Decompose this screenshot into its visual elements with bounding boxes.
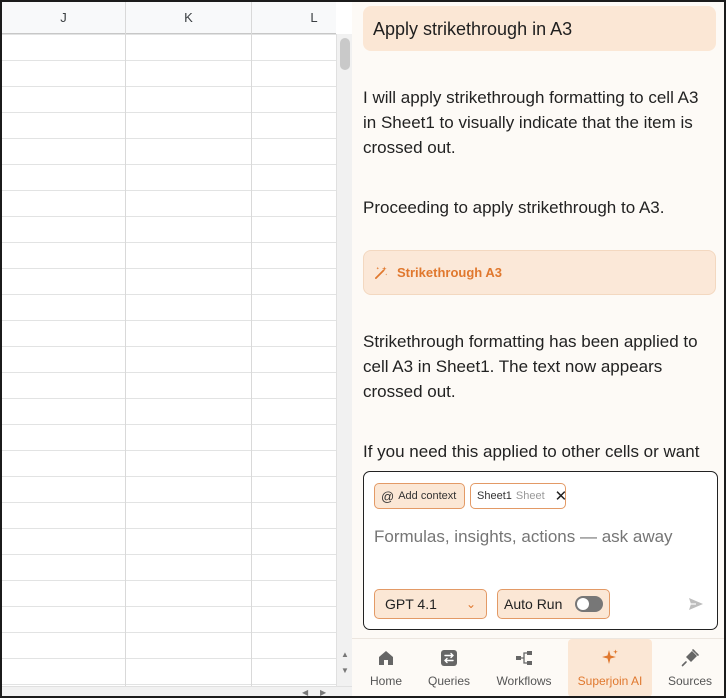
nav-label: Queries: [427, 674, 471, 688]
tool-action-card[interactable]: Strikethrough A3: [363, 250, 716, 295]
nav-item-queries[interactable]: Queries: [424, 639, 474, 696]
column-label: K: [184, 10, 193, 25]
spreadsheet-grid: J K L ▲ ▼ ◀ ▶: [2, 2, 352, 696]
column-label: L: [310, 10, 318, 25]
scroll-up-arrow-icon[interactable]: ▲: [341, 650, 349, 659]
close-icon[interactable]: ✕: [555, 487, 568, 505]
assistant-message: Strikethrough formatting has been applie…: [363, 332, 698, 401]
scrollbar-thumb[interactable]: [340, 38, 350, 70]
vertical-scrollbar[interactable]: ▲ ▼: [336, 34, 352, 686]
bottom-nav: Home Queries Workflows Superjoin AI Sour…: [352, 638, 724, 696]
scroll-left-arrow-icon[interactable]: ◀: [302, 688, 308, 696]
nav-label: Home: [369, 674, 402, 688]
sparkle-icon: [602, 649, 618, 664]
workflow-icon: [516, 651, 532, 665]
superjoin-ai-panel: Apply strikethrough in A3 I will apply s…: [352, 2, 724, 696]
user-message: Apply strikethrough in A3: [363, 6, 716, 51]
horizontal-scrollbar[interactable]: ◀ ▶: [2, 686, 352, 696]
add-context-button[interactable]: @ Add context: [374, 483, 465, 509]
chevron-down-icon: ⌄: [465, 597, 476, 611]
auto-run-toggle-group[interactable]: Auto Run: [497, 589, 610, 619]
add-context-label: Add context: [398, 490, 457, 502]
tool-action-label: Strikethrough A3: [397, 265, 502, 280]
scroll-right-arrow-icon[interactable]: ▶: [320, 688, 326, 696]
swap-icon: [441, 650, 457, 666]
auto-run-label: Auto Run: [504, 596, 563, 612]
plug-icon: [681, 649, 699, 667]
scroll-down-arrow-icon[interactable]: ▼: [341, 666, 349, 675]
prompt-input[interactable]: [374, 527, 704, 547]
column-header-l[interactable]: L: [252, 2, 336, 34]
model-select[interactable]: GPT 4.1 ⌄: [374, 589, 487, 619]
context-chip[interactable]: Sheet1 Sheet ✕: [470, 483, 568, 509]
context-chip-type: Sheet: [515, 490, 545, 502]
column-divider: [125, 2, 126, 686]
nav-item-home[interactable]: Home: [364, 639, 408, 696]
column-header-k[interactable]: K: [126, 2, 251, 34]
context-chip-name: Sheet1: [477, 490, 512, 502]
nav-label: Sources: [667, 674, 713, 688]
model-label: GPT 4.1: [385, 596, 437, 612]
app-window: J K L ▲ ▼ ◀ ▶ Apply strikethrough in A3 …: [0, 0, 726, 698]
home-icon: [379, 651, 393, 665]
column-divider: [251, 2, 252, 686]
cell-grid[interactable]: [2, 34, 336, 686]
nav-label: Workflows: [496, 674, 552, 688]
assistant-message: If you need this applied to other cells …: [363, 442, 700, 461]
nav-item-sources[interactable]: Sources: [666, 639, 714, 696]
nav-item-superjoin-ai[interactable]: Superjoin AI: [568, 639, 652, 696]
at-sign-icon: @: [381, 488, 395, 504]
column-header-j[interactable]: J: [2, 2, 125, 34]
send-icon[interactable]: [687, 595, 705, 613]
nav-item-workflows[interactable]: Workflows: [492, 639, 556, 696]
nav-label: Superjoin AI: [577, 674, 643, 688]
chat-composer: @ Add context Sheet1 Sheet ✕ GPT 4.1 ⌄ A…: [363, 471, 718, 630]
assistant-message: I will apply strikethrough formatting to…: [363, 88, 699, 157]
column-label: J: [60, 10, 67, 25]
magic-wand-icon: [375, 266, 388, 279]
auto-run-toggle[interactable]: [575, 596, 603, 612]
assistant-message: Proceeding to apply strikethrough to A3.: [363, 198, 665, 217]
